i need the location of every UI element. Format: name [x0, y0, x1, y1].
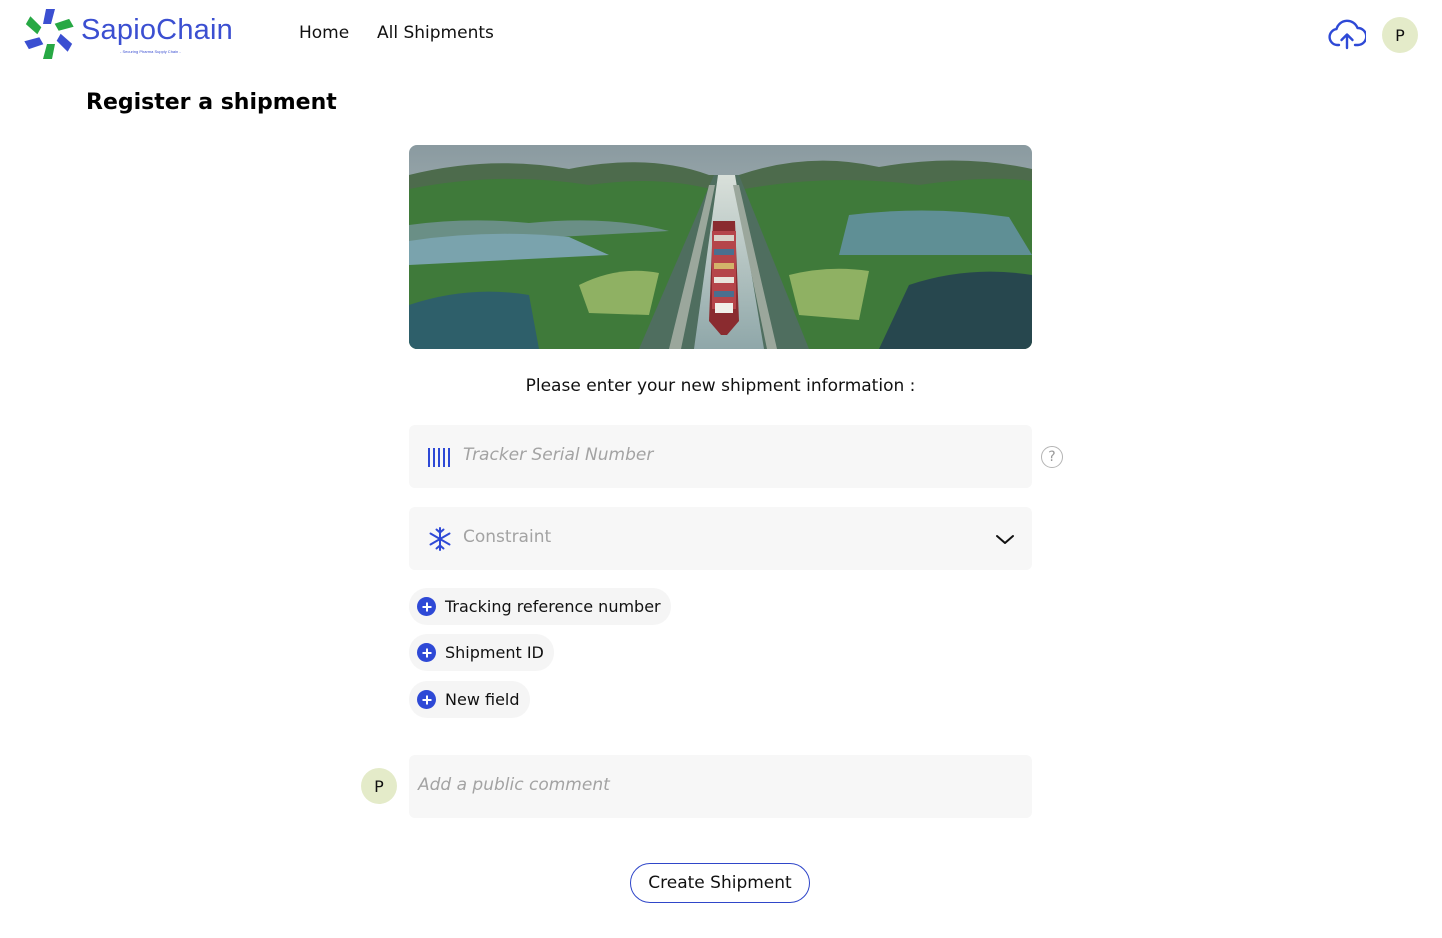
chevron-down-icon — [996, 535, 1014, 544]
snowflake-icon — [429, 527, 451, 551]
chip-label: Tracking reference number — [445, 597, 661, 616]
nav-link-home[interactable]: Home — [299, 23, 349, 43]
logo-pinwheel-icon — [24, 9, 74, 59]
comment-author-initial: P — [374, 776, 384, 796]
form-intro-text: Please enter your new shipment informati… — [525, 376, 916, 396]
comment-placeholder: Add a public comment — [418, 775, 610, 795]
add-circle-icon — [417, 690, 436, 709]
page-title: Register a shipment — [86, 90, 337, 115]
top-navigation-bar: SapioChain - Securing Pharma Supply Chai… — [0, 0, 1442, 72]
cloud-upload-icon — [1328, 19, 1368, 50]
add-shipment-id-button[interactable]: Shipment ID — [409, 634, 554, 671]
question-icon[interactable]: ? — [1041, 446, 1063, 468]
hero-image — [409, 145, 1032, 349]
constraint-select[interactable]: Constraint — [409, 507, 1032, 570]
help-glyph: ? — [1048, 449, 1056, 465]
add-circle-icon — [417, 643, 436, 662]
constraint-placeholder: Constraint — [463, 527, 552, 547]
tracker-placeholder: Tracker Serial Number — [463, 445, 654, 465]
barcode-icon — [428, 448, 450, 467]
user-avatar[interactable]: P — [1382, 17, 1418, 53]
comment-author-avatar: P — [361, 768, 397, 804]
add-tracking-reference-number-button[interactable]: Tracking reference number — [409, 588, 671, 625]
add-new-field-button[interactable]: New field — [409, 681, 530, 718]
nav-link-all-shipments[interactable]: All Shipments — [377, 23, 494, 43]
upload-button[interactable] — [1328, 17, 1368, 53]
tracker-serial-number-input[interactable]: Tracker Serial Number — [409, 425, 1032, 488]
add-circle-icon — [417, 597, 436, 616]
sapiochain-logo[interactable]: SapioChain - Securing Pharma Supply Chai… — [20, 5, 240, 65]
create-shipment-button[interactable]: Create Shipment — [630, 863, 810, 903]
chip-label: Shipment ID — [445, 643, 544, 662]
chip-label: New field — [445, 690, 520, 709]
public-comment-input[interactable]: Add a public comment — [409, 755, 1032, 818]
logo-tagline: - Securing Pharma Supply Chain - — [120, 49, 181, 54]
logo-text: SapioChain — [81, 14, 233, 46]
user-initial: P — [1395, 25, 1405, 45]
